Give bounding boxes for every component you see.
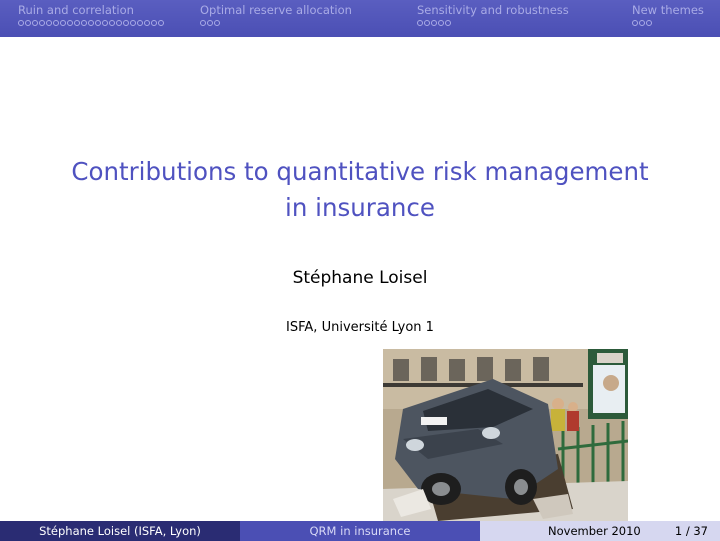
frame-dot[interactable] — [632, 20, 638, 26]
nav-frame-dots[interactable] — [18, 20, 164, 26]
frame-dot[interactable] — [158, 20, 164, 26]
frame-dot[interactable] — [116, 20, 122, 26]
nav-section-title[interactable]: Ruin and correlation — [18, 3, 134, 17]
nav-frame-dots[interactable] — [632, 20, 652, 26]
frame-dot[interactable] — [46, 20, 52, 26]
car-sinkhole-photo — [383, 349, 628, 521]
frame-dot[interactable] — [109, 20, 115, 26]
frame-dot[interactable] — [431, 20, 437, 26]
frame-dot[interactable] — [123, 20, 129, 26]
photo-drawing — [383, 349, 628, 521]
nav-frame-dots[interactable] — [417, 20, 451, 26]
frame-dot[interactable] — [18, 20, 24, 26]
footer-date: November 2010 — [548, 524, 641, 538]
slide-title-line1: Contributions to quantitative risk manag… — [71, 157, 649, 186]
nav-section-title[interactable]: New themes — [632, 3, 704, 17]
footer-short-title: QRM in insurance — [240, 521, 480, 541]
nav-section-title[interactable]: Sensitivity and robustness — [417, 3, 569, 17]
frame-dot[interactable] — [88, 20, 94, 26]
frame-dot[interactable] — [144, 20, 150, 26]
frame-dot[interactable] — [130, 20, 136, 26]
frame-dot[interactable] — [417, 20, 423, 26]
frame-dot[interactable] — [445, 20, 451, 26]
institute: ISFA, Université Lyon 1 — [286, 320, 434, 335]
frame-dot[interactable] — [53, 20, 59, 26]
nav-section-title[interactable]: Optimal reserve allocation — [200, 3, 352, 17]
footer-right: November 2010 1 / 37 — [480, 521, 720, 541]
frame-dot[interactable] — [81, 20, 87, 26]
frame-dot[interactable] — [67, 20, 73, 26]
footer: Stéphane Loisel (ISFA, Lyon) QRM in insu… — [0, 521, 720, 541]
frame-dot[interactable] — [95, 20, 101, 26]
frame-dot[interactable] — [25, 20, 31, 26]
page-number: 1 / 37 — [674, 524, 708, 538]
nav-bar: Ruin and correlation Optimal reserve all… — [0, 0, 720, 37]
author-name: Stéphane Loisel — [292, 268, 428, 288]
frame-dot[interactable] — [639, 20, 645, 26]
frame-dot[interactable] — [39, 20, 45, 26]
frame-dot[interactable] — [438, 20, 444, 26]
frame-dot[interactable] — [32, 20, 38, 26]
frame-dot[interactable] — [424, 20, 430, 26]
footer-author: Stéphane Loisel (ISFA, Lyon) — [0, 521, 240, 541]
frame-dot[interactable] — [60, 20, 66, 26]
frame-dot[interactable] — [200, 20, 206, 26]
slide-title-line2: in insurance — [285, 193, 435, 222]
slide-title: Contributions to quantitative risk manag… — [0, 154, 720, 226]
frame-dot[interactable] — [74, 20, 80, 26]
frame-dot[interactable] — [207, 20, 213, 26]
frame-dot[interactable] — [214, 20, 220, 26]
frame-dot[interactable] — [137, 20, 143, 26]
nav-frame-dots[interactable] — [200, 20, 220, 26]
frame-dot[interactable] — [102, 20, 108, 26]
frame-dot[interactable] — [151, 20, 157, 26]
frame-dot[interactable] — [646, 20, 652, 26]
